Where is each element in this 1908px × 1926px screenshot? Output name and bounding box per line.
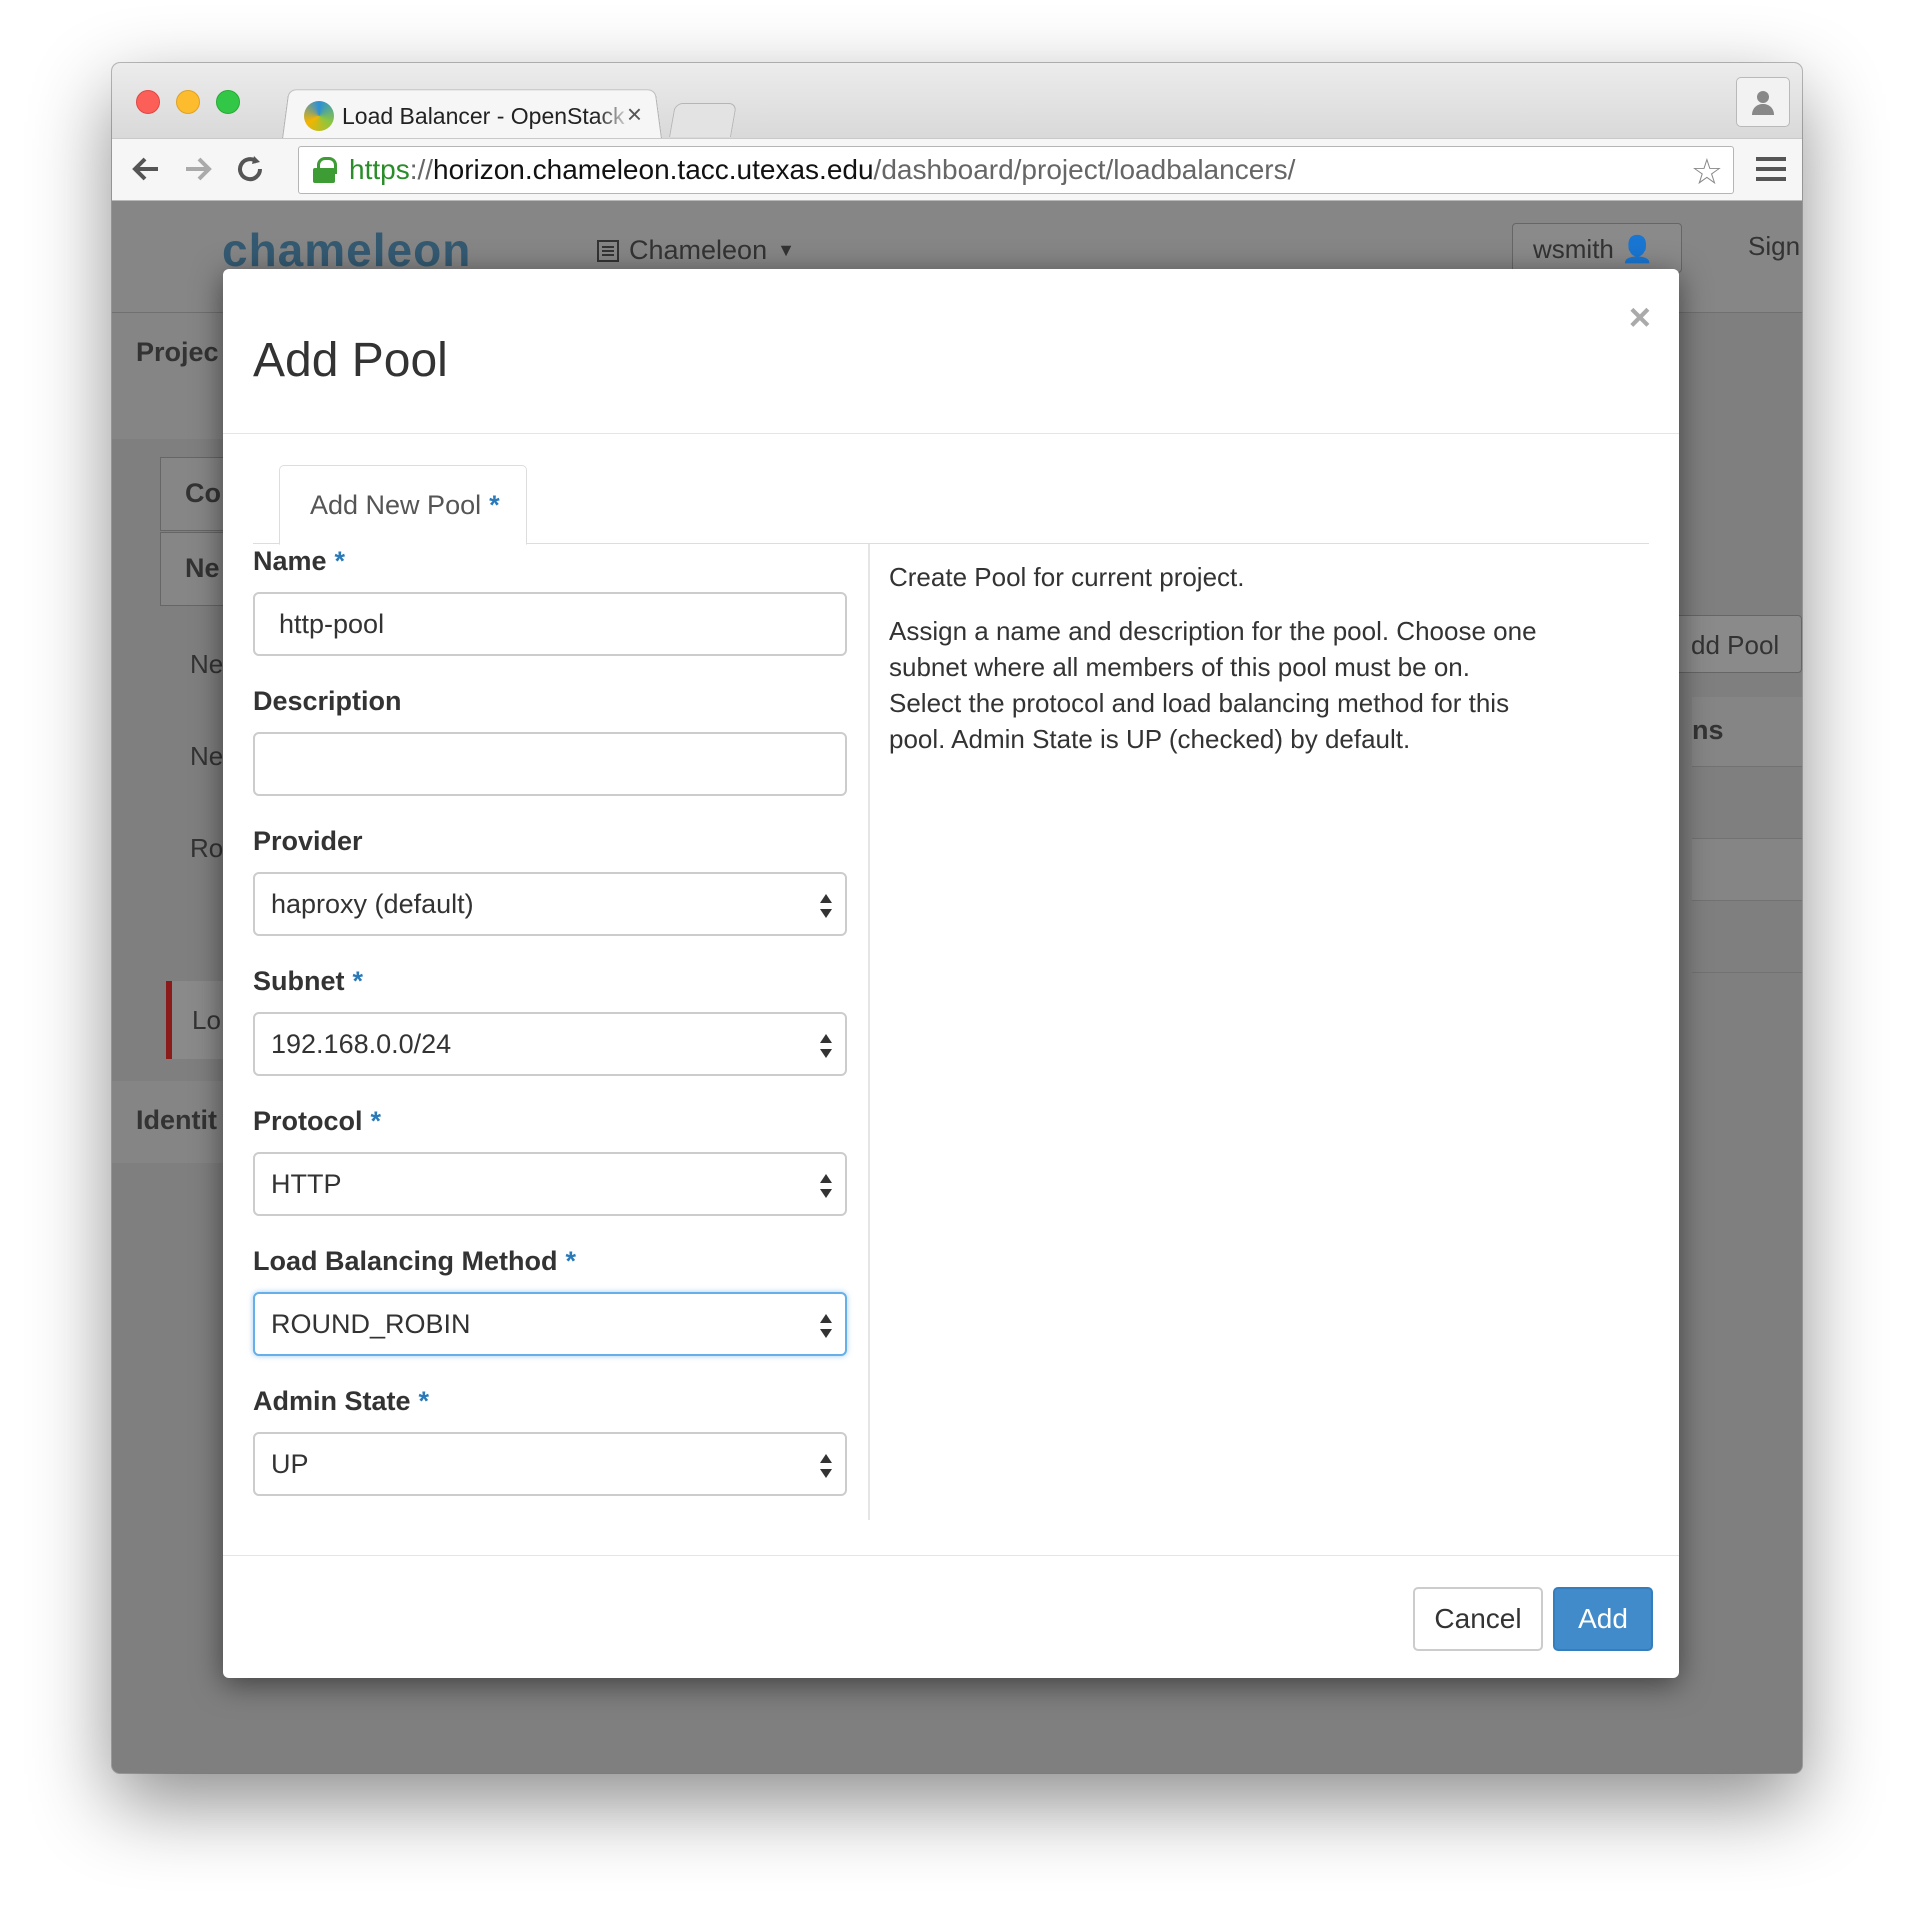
bookmark-star-icon[interactable]: ☆ bbox=[1691, 151, 1723, 193]
divider bbox=[223, 1555, 1679, 1556]
add-button[interactable]: Add bbox=[1553, 1587, 1653, 1651]
forward-button[interactable] bbox=[178, 149, 218, 189]
address-bar[interactable]: https://horizon.chameleon.tacc.utexas.ed… bbox=[298, 146, 1734, 194]
admin-state-label: Admin State * bbox=[253, 1386, 430, 1416]
select-arrows-icon bbox=[819, 1034, 833, 1058]
hamburger-menu-icon[interactable] bbox=[1756, 157, 1786, 181]
table-row bbox=[1692, 839, 1802, 901]
title-bar: Load Balancer - OpenStack × bbox=[112, 63, 1802, 139]
select-arrows-icon bbox=[819, 1314, 833, 1338]
profile-button[interactable] bbox=[1736, 77, 1790, 127]
modal-title: Add Pool bbox=[253, 334, 448, 387]
window-maximize-button[interactable] bbox=[216, 90, 240, 114]
workflow-tabs: Add New Pool * bbox=[253, 465, 1649, 545]
window-close-button[interactable] bbox=[136, 90, 160, 114]
admin-state-select-value: UP bbox=[271, 1448, 309, 1479]
help-text: Create Pool for current project. Assign … bbox=[889, 559, 1589, 775]
reload-icon bbox=[238, 156, 263, 182]
select-arrows-icon bbox=[819, 894, 833, 918]
name-input[interactable] bbox=[253, 592, 847, 656]
url-text: https://horizon.chameleon.tacc.utexas.ed… bbox=[349, 154, 1296, 185]
list-icon bbox=[597, 239, 619, 262]
tab-add-new-pool[interactable]: Add New Pool * bbox=[279, 465, 527, 545]
subnet-select-value: 192.168.0.0/24 bbox=[271, 1028, 452, 1059]
table-header: ns bbox=[1692, 697, 1802, 767]
browser-tab-content[interactable]: Load Balancer - OpenStack × bbox=[292, 93, 652, 139]
lb-method-select-value: ROUND_ROBIN bbox=[271, 1308, 471, 1339]
cancel-button[interactable]: Cancel bbox=[1413, 1587, 1543, 1651]
provider-select[interactable]: haproxy (default) bbox=[253, 872, 847, 936]
project-selector: Chameleon ▼ bbox=[597, 235, 795, 266]
name-label: Name * bbox=[253, 546, 346, 576]
add-pool-modal: × Add Pool Add New Pool* Name* Descripti… bbox=[223, 269, 1679, 1678]
caret-down-icon: ▼ bbox=[777, 240, 795, 260]
project-selector-label: Chameleon bbox=[629, 235, 768, 265]
lb-method-label: Load Balancing Method * bbox=[253, 1246, 577, 1276]
help-line-2: Assign a name and description for the po… bbox=[889, 616, 1537, 754]
new-tab-button[interactable] bbox=[669, 103, 737, 137]
select-arrows-icon bbox=[819, 1174, 833, 1198]
sign-out-link: Sign bbox=[1748, 231, 1801, 261]
table-row bbox=[1692, 901, 1802, 973]
sidebar-item: Ro bbox=[190, 833, 224, 863]
lb-method-select[interactable]: ROUND_ROBIN bbox=[253, 1292, 847, 1356]
table-row bbox=[1692, 767, 1802, 839]
lock-icon bbox=[313, 157, 337, 183]
arrow-right-icon bbox=[186, 157, 212, 181]
protocol-select-value: HTTP bbox=[271, 1168, 342, 1199]
description-label: Description bbox=[253, 686, 402, 716]
sidebar-identity-heading: Identit bbox=[136, 1105, 217, 1135]
protocol-select[interactable]: HTTP bbox=[253, 1152, 847, 1216]
description-input[interactable] bbox=[253, 732, 847, 796]
required-marker: * bbox=[489, 489, 500, 520]
sidebar-item: Ne bbox=[190, 649, 224, 679]
tab-title: Load Balancer - OpenStack bbox=[342, 102, 625, 129]
admin-state-select[interactable]: UP bbox=[253, 1432, 847, 1496]
background-add-pool-button: dd Pool bbox=[1672, 615, 1802, 673]
sidebar-project-heading: Projec bbox=[136, 337, 219, 367]
arrow-left-icon bbox=[132, 157, 158, 181]
help-line-1: Create Pool for current project. bbox=[889, 562, 1245, 592]
provider-label: Provider bbox=[253, 826, 363, 856]
tab-close-icon[interactable]: × bbox=[627, 99, 642, 130]
provider-select-value: haproxy (default) bbox=[271, 888, 474, 919]
sidebar-item: Ne bbox=[190, 741, 224, 771]
modal-close-icon[interactable]: × bbox=[1629, 299, 1651, 337]
divider bbox=[223, 433, 1679, 434]
select-arrows-icon bbox=[819, 1454, 833, 1478]
favicon-icon bbox=[304, 101, 334, 131]
back-button[interactable] bbox=[126, 149, 166, 189]
subnet-select[interactable]: 192.168.0.0/24 bbox=[253, 1012, 847, 1076]
person-icon bbox=[1752, 91, 1774, 115]
browser-toolbar: https://horizon.chameleon.tacc.utexas.ed… bbox=[112, 138, 1802, 201]
window-minimize-button[interactable] bbox=[176, 90, 200, 114]
user-menu: wsmith 👤▾ bbox=[1512, 223, 1682, 295]
tab-label: Add New Pool bbox=[310, 489, 482, 520]
reload-button[interactable] bbox=[230, 149, 270, 189]
subnet-label: Subnet * bbox=[253, 966, 364, 996]
column-divider bbox=[868, 544, 870, 1520]
protocol-label: Protocol * bbox=[253, 1106, 382, 1136]
